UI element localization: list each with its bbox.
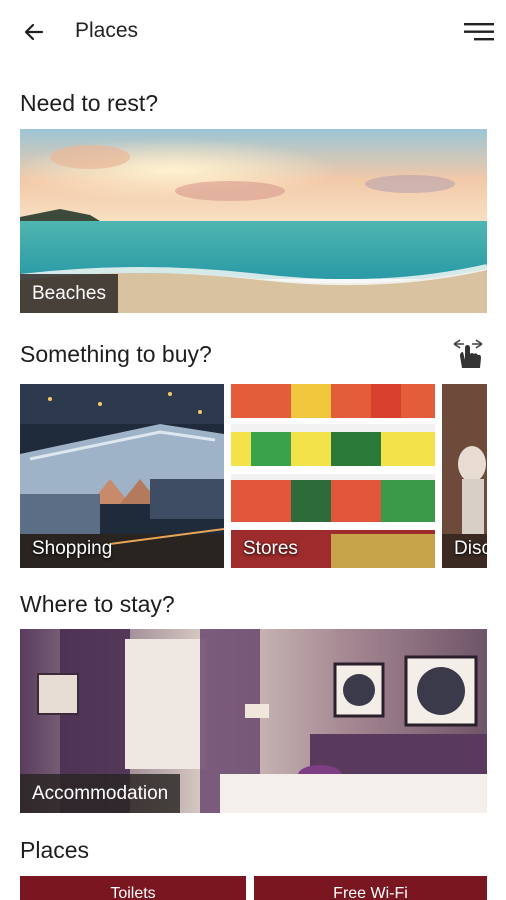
toilets-button[interactable]: Toilets	[20, 876, 246, 900]
stores-card[interactable]: Stores	[231, 384, 435, 568]
shopping-label: Shopping	[32, 538, 113, 559]
back-button[interactable]	[16, 16, 52, 48]
discounts-label: Discounts	[454, 538, 487, 559]
shopping-card[interactable]: Shopping	[20, 384, 224, 568]
discounts-card[interactable]: Discounts	[442, 384, 487, 568]
section-title-stay: Where to stay?	[20, 591, 175, 617]
arrow-left-icon	[24, 23, 44, 41]
section-title-places: Places	[20, 837, 90, 863]
beaches-label: Beaches	[20, 274, 118, 313]
section-title-buy: Something to buy?	[20, 341, 212, 367]
free-wifi-button[interactable]: Free Wi-Fi	[254, 876, 487, 900]
accommodation-label: Accommodation	[20, 774, 181, 813]
stores-label: Stores	[243, 538, 298, 559]
hamburger-menu-icon	[464, 23, 494, 41]
menu-button[interactable]	[456, 16, 496, 48]
page-title: Places	[75, 19, 139, 42]
beaches-card[interactable]: Beaches	[20, 129, 487, 313]
app-bar: Places	[0, 0, 506, 64]
section-title-rest: Need to rest?	[20, 90, 159, 116]
swipe-hand-icon	[453, 339, 483, 368]
accommodation-card[interactable]: Accommodation	[20, 629, 487, 813]
